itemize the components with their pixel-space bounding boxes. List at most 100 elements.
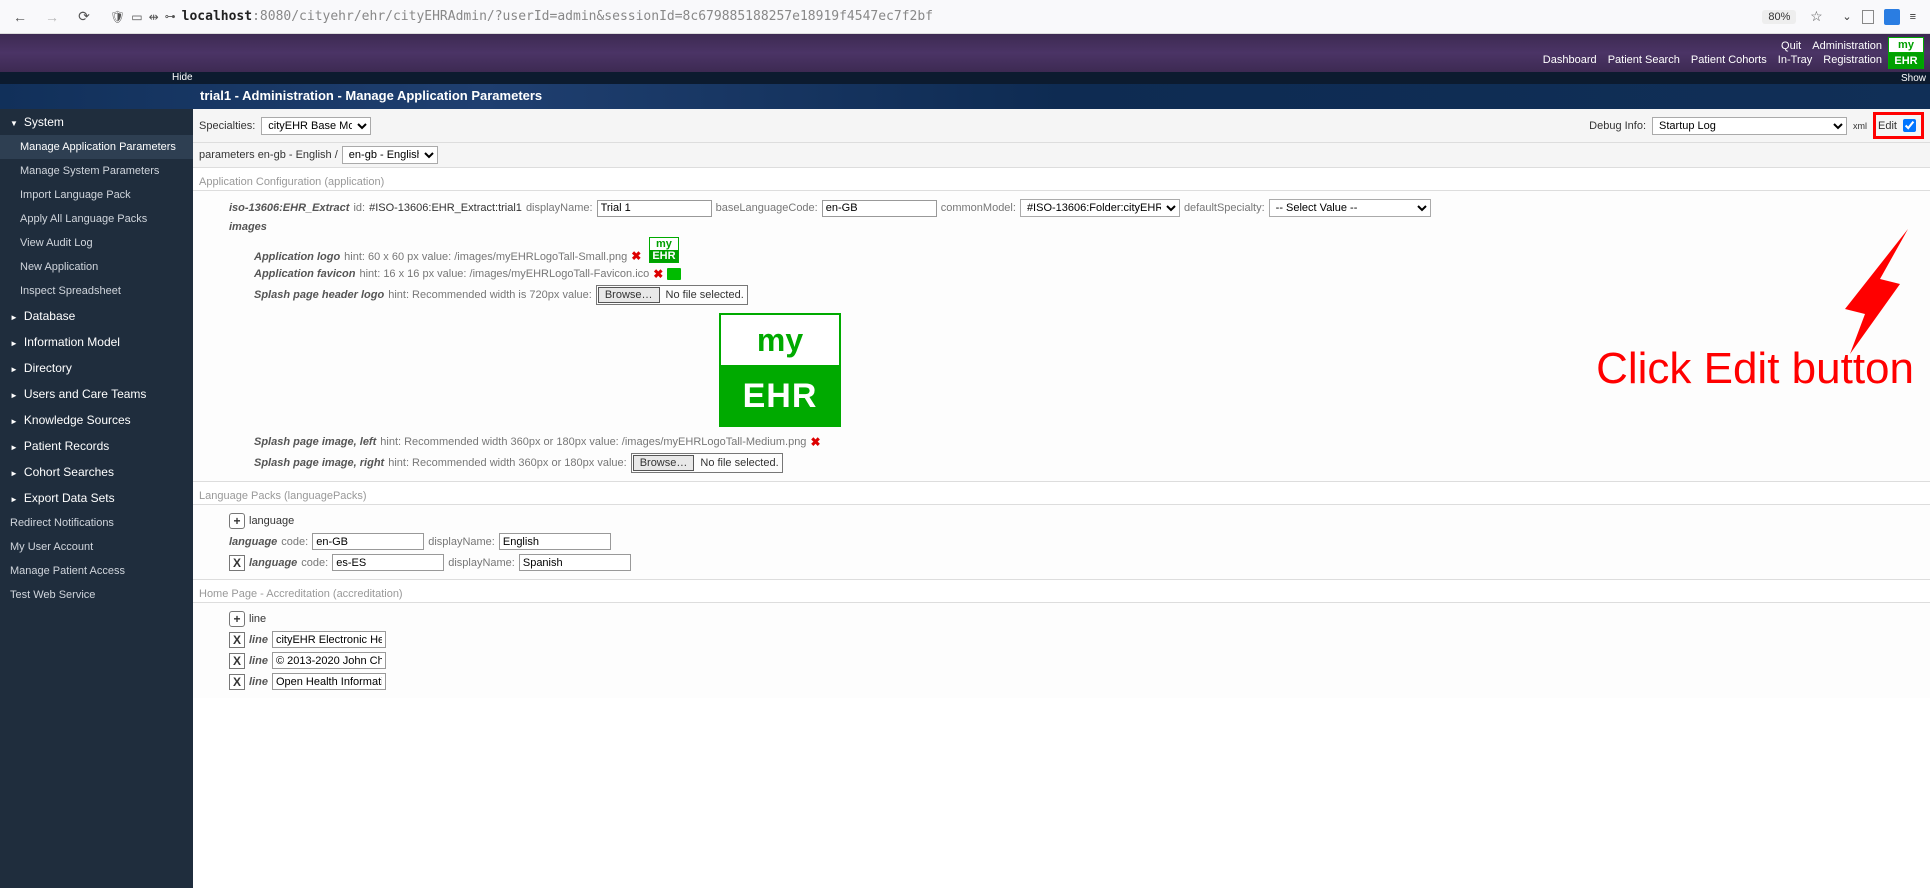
reader-icon[interactable] [1862,10,1874,24]
edit-checkbox[interactable] [1903,119,1916,132]
remove-line-2[interactable]: X [229,653,245,669]
splashhdr-label: Splash page header logo [254,289,384,301]
splashhdr-file[interactable]: Browse… No file selected. [596,285,748,305]
sidebar-item-import-lang[interactable]: Import Language Pack [0,183,193,207]
sidebar-info-model[interactable]: Information Model [0,329,193,355]
remove-line-3[interactable]: X [229,674,245,690]
top-toolbar: Specialties: cityEHR Base Model Debug In… [193,109,1930,143]
remove-language-button[interactable]: X [229,555,245,571]
displayname-label: displayName: [526,202,593,214]
registration-link[interactable]: Registration [1823,54,1882,66]
edit-toggle-highlight: Edit [1873,112,1924,139]
section-app-config: iso-13606:EHR_Extract id: #ISO-13606:EHR… [193,190,1930,482]
line-input-3[interactable] [272,673,386,690]
url-bar[interactable]: 🛡 ▭ ⇹ ⊶ localhost:8080/cityehr/ehr/cityE… [104,9,1754,24]
quit-link[interactable]: Quit [1781,40,1801,52]
administration-link[interactable]: Administration [1812,40,1882,52]
sidebar-item-manage-sys-params[interactable]: Manage System Parameters [0,159,193,183]
line-label-1: line [249,634,268,646]
in-tray-link[interactable]: In-Tray [1778,54,1812,66]
disp-label: displayName: [428,536,495,548]
sidebar-test-ws[interactable]: Test Web Service [0,583,193,607]
extension-puzzle-icon[interactable] [1884,9,1900,25]
sidebar-patient-records[interactable]: Patient Records [0,433,193,459]
specialties-select[interactable]: cityEHR Base Model [261,117,371,135]
sidebar-item-apply-lang[interactable]: Apply All Language Packs [0,207,193,231]
sidebar-directory[interactable]: Directory [0,355,193,381]
zoom-badge[interactable]: 80% [1762,10,1796,24]
forward-icon[interactable]: → [40,5,64,29]
favicon-remove-icon[interactable]: ✖ [653,267,663,281]
images-label: images [229,221,267,233]
lang-code-1[interactable] [312,533,424,550]
show-link[interactable]: Show [1901,73,1926,84]
page-title-bar: trial1 - Administration - Manage Applica… [0,84,1930,109]
browse-button-2[interactable]: Browse… [633,455,695,471]
splashleft-remove-icon[interactable]: ✖ [810,435,820,449]
lang-disp-1[interactable] [499,533,611,550]
code-label: code: [281,536,308,548]
param-lang-select[interactable]: en-gb - English [342,146,438,164]
add-line-button[interactable]: + [229,611,245,627]
commonmodel-select[interactable]: #ISO-13606:Folder:cityEHRBase [1020,199,1180,217]
sidebar-item-inspect-spreadsheet[interactable]: Inspect Spreadsheet [0,279,193,303]
applogo-label: Application logo [254,251,340,263]
sidebar-knowledge[interactable]: Knowledge Sources [0,407,193,433]
line-label-2: line [249,655,268,667]
hide-link[interactable]: Hide [172,72,193,83]
defaultspec-select[interactable]: -- Select Value -- [1269,199,1431,217]
lang-disp-2[interactable] [519,554,631,571]
remove-line-1[interactable]: X [229,632,245,648]
add-language-button[interactable]: + [229,513,245,529]
id-value: #ISO-13606:EHR_Extract:trial1 [369,202,522,214]
back-icon[interactable]: ← [8,5,32,29]
sidebar-item-new-app[interactable]: New Application [0,255,193,279]
browse-button[interactable]: Browse… [598,287,660,303]
hamburger-icon[interactable]: ≡ [1910,11,1916,23]
line-label-3: line [249,676,268,688]
sidebar-database[interactable]: Database [0,303,193,329]
sidebar-my-account[interactable]: My User Account [0,535,193,559]
commonmodel-label: commonModel: [941,202,1016,214]
key-icon: ⊶ [165,10,176,23]
splashright-hint: hint: Recommended width 360px or 180px v… [388,457,626,469]
disp-label-2: displayName: [448,557,515,569]
applogo-remove-icon[interactable]: ✖ [631,249,641,263]
splashright-file[interactable]: Browse… No file selected. [631,453,783,473]
section-lang-head: Language Packs (languagePacks) [193,482,1930,504]
debug-label: Debug Info: [1589,120,1646,132]
param-lang-row: parameters en-gb - English / en-gb - Eng… [193,143,1930,168]
dashboard-link[interactable]: Dashboard [1543,54,1597,66]
header-logo: my EHR [1888,37,1924,69]
permissions-icon: ▭ [131,10,142,24]
favicon-hint: hint: 16 x 16 px value: /images/myEHRLog… [359,268,649,280]
xml-label[interactable]: xml [1853,121,1867,131]
sidebar-system[interactable]: System [0,109,193,135]
shield-icon: 🛡 [110,10,125,24]
star-icon[interactable]: ☆ [1804,5,1828,29]
sidebar-item-audit-log[interactable]: View Audit Log [0,231,193,255]
sidebar-export[interactable]: Export Data Sets [0,485,193,511]
favicon-label: Application favicon [254,268,355,280]
splashleft-hint: hint: Recommended width 360px or 180px v… [380,436,806,448]
debug-select[interactable]: Startup Log [1652,117,1847,135]
sidebar-redirect[interactable]: Redirect Notifications [0,511,193,535]
patient-search-link[interactable]: Patient Search [1608,54,1680,66]
sidebar-cohort[interactable]: Cohort Searches [0,459,193,485]
splashright-label: Splash page image, right [254,457,384,469]
displayname-input[interactable] [597,200,712,217]
sidebar-item-manage-app-params[interactable]: Manage Application Parameters [0,135,193,159]
baselang-input[interactable] [822,200,937,217]
reload-icon[interactable]: ⟳ [72,5,96,29]
patient-cohorts-link[interactable]: Patient Cohorts [1691,54,1767,66]
specialties-label: Specialties: [199,120,255,132]
code-label-2: code: [301,557,328,569]
favicon-preview [667,268,681,280]
line-input-2[interactable] [272,652,386,669]
lang-code-2[interactable] [332,554,444,571]
extension-icons: ⌄ ≡ [1836,9,1922,25]
pocket-icon[interactable]: ⌄ [1842,10,1851,23]
sidebar-patient-access[interactable]: Manage Patient Access [0,559,193,583]
sidebar-users-care[interactable]: Users and Care Teams [0,381,193,407]
line-input-1[interactable] [272,631,386,648]
